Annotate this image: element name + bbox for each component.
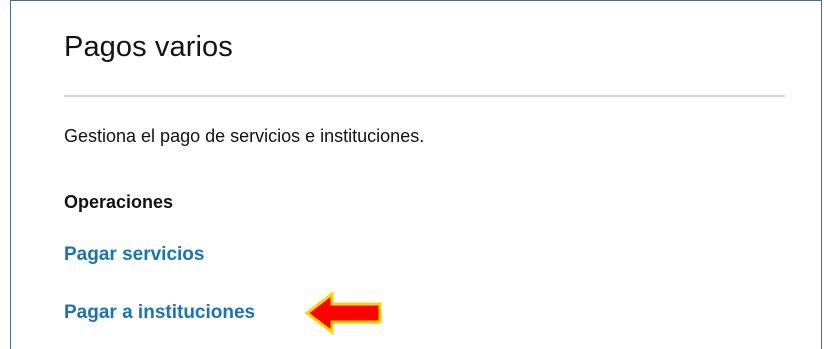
pagar-servicios-link[interactable]: Pagar servicios [64, 242, 204, 268]
operations-heading: Operaciones [64, 192, 174, 212]
page-title: Pagos varios [64, 31, 233, 63]
content-panel: Pagos varios Gestiona el pago de servici… [10, 0, 822, 349]
title-divider [64, 95, 785, 97]
pagar-a-instituciones-link[interactable]: Pagar a instituciones [64, 300, 255, 326]
left-arrow-icon [304, 291, 382, 335]
page-description: Gestiona el pago de servicios e instituc… [64, 126, 425, 146]
